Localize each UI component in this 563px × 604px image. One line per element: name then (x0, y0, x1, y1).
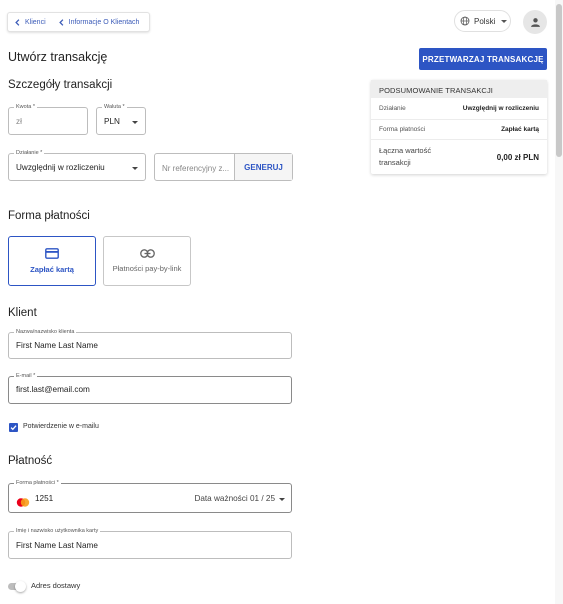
globe-icon (460, 16, 470, 26)
summary-heading: PODSUMOWANIE TRANSAKCJI (371, 80, 547, 98)
chevron-down-icon (279, 498, 285, 501)
cardholder-name-field[interactable]: Imię i nazwisko użytkownika karty First … (8, 527, 292, 559)
language-label: Polski (474, 16, 496, 26)
client-name-value: First Name Last Name (16, 341, 98, 350)
amount-placeholder: zł (16, 117, 22, 126)
summary-row-value: Uwzględnij w rozliczeniu (462, 105, 539, 112)
client-name-field[interactable]: Nazwa/nazwisko klienta First Name Last N… (8, 328, 292, 359)
transaction-summary-card: PODSUMOWANIE TRANSAKCJI Działanie Uwzglę… (371, 80, 547, 174)
reference-field: Nr referencyjny z... GENERUJ (154, 153, 293, 181)
page-title: Utwórz transakcję (8, 50, 108, 64)
amount-label: Kwota * (14, 103, 37, 111)
chevron-left-icon (58, 18, 63, 26)
payment-method-label: Forma płatności * (14, 479, 61, 487)
breadcrumb-item-clients[interactable]: Klienci (8, 13, 52, 31)
pay-by-link-option[interactable]: Płatności pay-by-link (103, 236, 191, 286)
reference-input[interactable]: Nr referencyjny z... (155, 154, 234, 180)
credit-card-icon (45, 248, 59, 259)
email-field[interactable]: E-mail * first.last@email.com (8, 372, 292, 404)
summary-row: Działanie Uwzględnij w rozliczeniu (371, 98, 547, 120)
pay-by-link-label: Płatności pay-by-link (112, 264, 182, 273)
payment-form-heading: Forma płatności (8, 210, 90, 222)
breadcrumb-label: Klienci (25, 18, 46, 26)
pay-by-card-label: Zapłać kartą (30, 265, 74, 274)
chevron-down-icon (132, 121, 138, 124)
breadcrumb-item-client-info[interactable]: Informacje O Klientach (52, 13, 146, 31)
breadcrumb-label: Informacje O Klientach (68, 18, 140, 26)
language-selector[interactable]: Polski (454, 10, 511, 32)
action-select[interactable]: Działanie * Uwzględnij w rozliczeniu (8, 149, 146, 181)
summary-row-value: Zapłać kartą (501, 126, 539, 133)
link-icon (139, 249, 155, 258)
person-icon (530, 17, 540, 27)
currency-value: PLN (104, 117, 120, 126)
process-transaction-button[interactable]: PRZETWARZAJ TRANSAKCJĘ (419, 48, 547, 70)
payment-method-select[interactable]: Forma płatności * 1251 Data ważności 01 … (8, 479, 292, 513)
summary-row-label: Działanie (379, 105, 406, 112)
email-confirmation-checkbox[interactable] (9, 423, 18, 432)
client-name-label: Nazwa/nazwisko klienta (14, 328, 77, 336)
transaction-details-heading: Szczegóły transakcji (8, 79, 113, 91)
cardholder-name-label: Imię i nazwisko użytkownika karty (14, 527, 101, 535)
user-avatar-button[interactable] (523, 10, 547, 34)
email-confirmation-label: Potwierdzenie w e-mailu (23, 423, 99, 430)
summary-row-label: Forma płatności (379, 126, 426, 133)
generate-button[interactable]: GENERUJ (234, 154, 292, 180)
pay-by-card-option[interactable]: Zapłać kartą (8, 236, 96, 286)
chevron-down-icon (501, 19, 508, 23)
payment-heading: Płatność (8, 455, 53, 467)
email-value: first.last@email.com (16, 385, 90, 394)
card-last4: 1251 (35, 494, 54, 503)
shipping-address-toggle-knob[interactable] (15, 581, 26, 592)
currency-label: Waluta * (102, 103, 127, 111)
summary-total-label: Łączna wartość transakcji (379, 146, 432, 167)
summary-row: Forma płatności Zapłać kartą (371, 120, 547, 140)
mastercard-icon (16, 494, 30, 507)
shipping-address-label: Adres dostawy (31, 581, 81, 590)
email-label: E-mail * (14, 372, 38, 380)
amount-field[interactable]: Kwota * zł (8, 103, 88, 135)
card-expiry: Data ważności 01 / 25 (194, 494, 275, 503)
scrollbar-thumb[interactable] (556, 4, 562, 157)
chevron-left-icon (15, 18, 20, 26)
summary-total-row: Łączna wartość transakcji 0,00 zł PLN (371, 140, 547, 174)
action-label: Działanie * (14, 149, 45, 157)
client-heading: Klient (8, 307, 37, 319)
action-value: Uwzględnij w rozliczeniu (16, 163, 105, 172)
chevron-down-icon (132, 167, 138, 170)
summary-total-value: 0,00 zł PLN (496, 152, 539, 162)
currency-select[interactable]: Waluta * PLN (96, 103, 146, 135)
breadcrumb: Klienci Informacje O Klientach (7, 12, 150, 32)
cardholder-name-value: First Name Last Name (16, 541, 98, 550)
checkmark-icon (10, 425, 17, 431)
